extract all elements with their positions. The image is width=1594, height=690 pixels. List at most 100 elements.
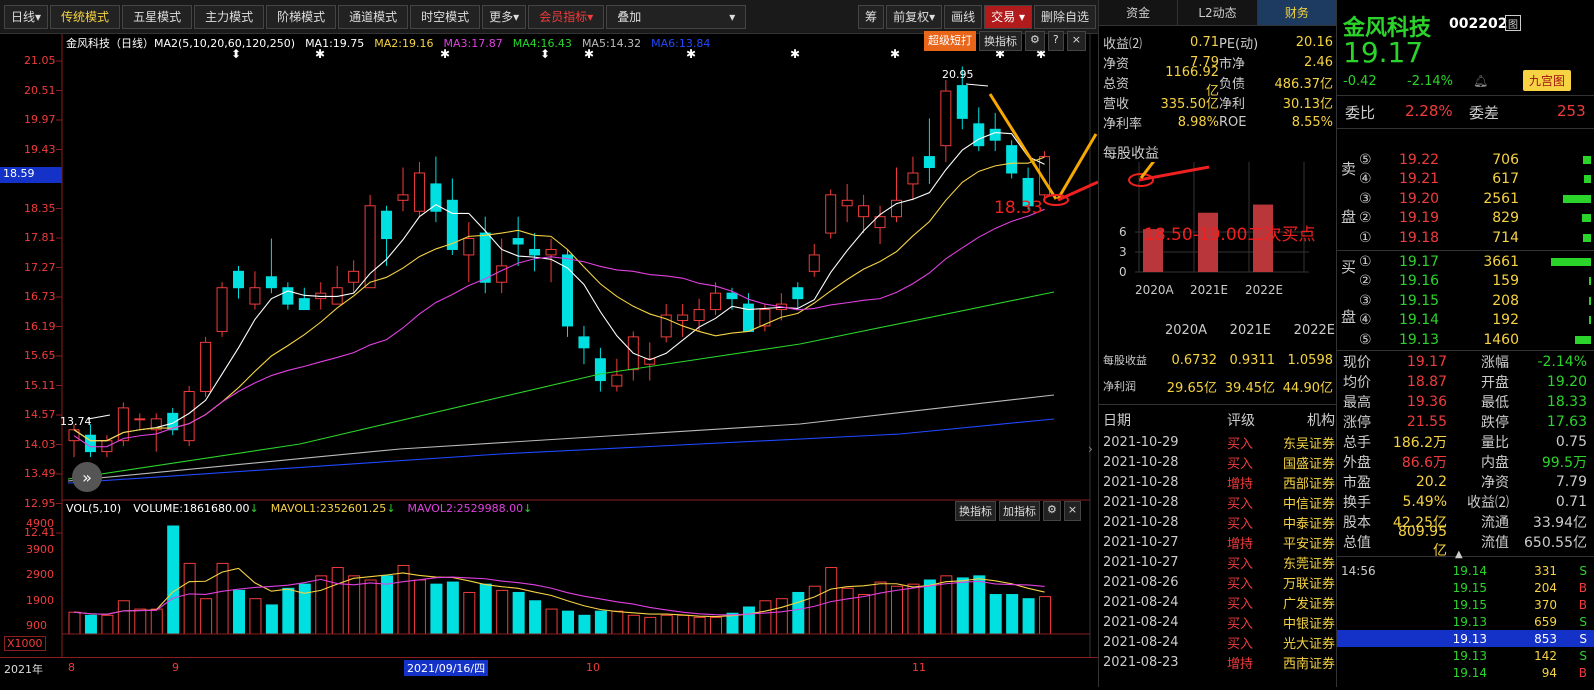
trade-row[interactable]: 19.15 370 B [1337,596,1594,613]
rating-row[interactable]: 2021-08-24 买入 光大证券 [1103,632,1335,652]
rating-row[interactable]: 2021-10-27 增持 平安证券 [1103,532,1335,552]
finance-cell: 收益⑵ [1103,36,1143,52]
order-level: ③ [1359,292,1372,309]
rating-row[interactable]: 2021-10-28 买入 国盛证券 [1103,452,1335,472]
volume-bar [397,564,410,635]
switch-indicator-button[interactable]: 换指标 [979,31,1022,51]
order-row[interactable]: ② 19.16 159 [1359,272,1594,292]
order-row[interactable]: ⑤ 19.13 1460 [1359,330,1594,350]
stat-cell: 99.5万 [1541,455,1587,471]
price-tick: 18.35 [24,201,56,215]
tab-l2-dynamics[interactable]: L2动态 [1178,0,1258,25]
tab-funds[interactable]: 资金 [1099,0,1179,25]
mode-main-force[interactable]: 主力模式 [194,4,265,29]
trade-cell: 19.15 [1452,580,1487,595]
trade-row[interactable]: 19.13 659 S [1337,613,1594,630]
member-indicator-menu[interactable]: 会员指标 ▾ [528,4,605,29]
order-volume-bar [1589,277,1591,286]
eps-value: 39.45亿 [1224,380,1275,396]
remove-watchlist-button[interactable]: 删除自选 [1033,4,1096,29]
rating-row[interactable]: 2021-10-28 买入 中泰证券 [1103,512,1335,532]
stat-cell: 0.71 [1555,494,1587,510]
order-volume-bar [1584,175,1591,184]
more-menu[interactable]: 更多 ▾ [482,4,527,29]
candle-body [825,194,837,234]
vol-switch-indicator-button[interactable]: 换指标 [955,501,996,521]
trade-button[interactable]: 交易 ▾ [984,4,1032,29]
bell-icon[interactable]: 🔔︎ [1473,74,1488,88]
nine-grid-button[interactable]: 九宫图 [1523,70,1572,91]
adjust-menu[interactable]: 前复权 ▾ [886,4,943,29]
order-row[interactable]: ③ 19.15 208 [1359,291,1594,311]
trade-row[interactable]: 19.13 853 S [1337,630,1594,647]
settings-icon[interactable]: ⚙ [1025,31,1045,51]
collapse-arrow-icon[interactable]: › [1088,442,1093,456]
mode-traditional[interactable]: 传统模式 [50,4,121,29]
close-icon[interactable]: × [1066,31,1086,51]
high-price-label: 20.95 [942,68,974,81]
period-selector[interactable]: 日线 ▾ [4,4,49,29]
kline-chart-area[interactable]: ⬍ ✱ ✱ ⬍ ✱ ✱ ✱ ✱ ✱ ✱ 金风科技（日线）MA2(5,10,20,60,120,25… [0,31,1315,687]
rating-institution: 东吴证券 [1282,436,1335,452]
vol-settings-icon[interactable]: ⚙ [1043,501,1061,521]
rating-row[interactable]: 2021-08-26 买入 万联证券 [1103,572,1335,592]
mode-five-star[interactable]: 五星模式 [122,4,193,29]
vol-add-indicator-button[interactable]: 加指标 [999,501,1040,521]
order-row[interactable]: ① 19.17 3661 [1359,252,1594,272]
order-row[interactable]: ① 19.18 714 [1359,228,1594,248]
rating-level: 买入 [1227,636,1254,652]
signal-star: ✱ [890,47,900,61]
chart-title: 金风科技（日线）MA2(5,10,20,60,120,250) [66,37,296,50]
order-row[interactable]: ④ 19.21 617 [1359,170,1594,190]
draw-line-button[interactable]: 画线 [944,4,983,29]
order-row[interactable]: ⑤ 19.22 706 [1359,150,1594,170]
order-row[interactable]: ② 19.19 829 [1359,209,1594,229]
volume-bar [989,594,1002,635]
expand-up-icon[interactable]: ▲ [1455,549,1463,560]
eps-row-label: 每股收益 [1103,354,1147,367]
stat-cell: 总手 [1343,435,1371,451]
volume-bar [413,579,426,635]
vol-close-icon[interactable]: × [1063,501,1082,521]
finance-cell: 净利 [1219,96,1246,112]
volume-bar [858,594,871,635]
rating-row[interactable]: 2021-10-27 买入 东莞证券 [1103,552,1335,572]
annotation-buy-point: 18.50-19.00二次买点 [1144,225,1316,245]
rating-row[interactable]: 2021-10-28 增持 西部证券 [1103,472,1335,492]
super-short-button[interactable]: 超级短打 [924,31,976,51]
rating-row[interactable]: 2021-08-23 增持 西南证券 [1103,652,1335,672]
trade-row[interactable]: 19.13 142 S [1337,647,1594,664]
finance-cell: 总资 [1103,76,1130,92]
stat-row: 均价 18.87 开盘 19.20 [1343,372,1594,392]
order-volume-bar [1551,257,1591,266]
weicha-value: 253 [1557,102,1586,120]
order-volume: 208 [1492,292,1519,309]
volume-legend: VOL(5,10) VOLUME:1861680.00↓ MAVOL1:2352… [66,502,532,515]
rating-row[interactable]: 2021-10-29 买入 东吴证券 [1103,432,1335,452]
sell-orders: ⑤ 19.22 706 ④ 19.21 617 ③ 19.20 2561 ② 19.19 829 ① 19… [1359,150,1594,248]
trade-row[interactable]: 14:56 19.14 331 S [1337,562,1594,579]
order-volume-bar [1563,194,1591,203]
trade-row[interactable]: 19.15 204 B [1337,579,1594,596]
overlay-menu[interactable]: 叠加 ▾ [606,4,747,29]
help-icon[interactable]: ? [1047,31,1064,51]
volume-tick: 4900 [26,517,54,530]
candle-body [397,194,409,201]
order-row[interactable]: ③ 19.20 2561 [1359,189,1594,209]
chip-button[interactable]: 筹 [858,4,885,29]
stat-cell: 19.36 [1406,394,1447,410]
rating-row[interactable]: 2021-08-24 买入 中银证券 [1103,612,1335,632]
cursor-date-label: 2021/09/16/四 [404,660,489,676]
rating-row[interactable]: 2021-10-28 买入 中信证券 [1103,492,1335,512]
mode-spacetime[interactable]: 时空模式 [410,4,481,29]
chart-mode-icon[interactable]: 图 [1505,15,1521,31]
tab-finance[interactable]: 财务 [1257,0,1337,25]
volume-bar [973,575,986,635]
expand-icon[interactable]: » [72,462,102,492]
order-row[interactable]: ④ 19.14 192 [1359,311,1594,331]
stat-cell: 650.55亿 [1524,535,1587,551]
mode-channel[interactable]: 通道模式 [338,4,409,29]
mode-ladder[interactable]: 阶梯模式 [266,4,337,29]
rating-row[interactable]: 2021-08-24 买入 广发证券 [1103,592,1335,612]
trade-row[interactable]: 19.14 94 B [1337,664,1594,681]
